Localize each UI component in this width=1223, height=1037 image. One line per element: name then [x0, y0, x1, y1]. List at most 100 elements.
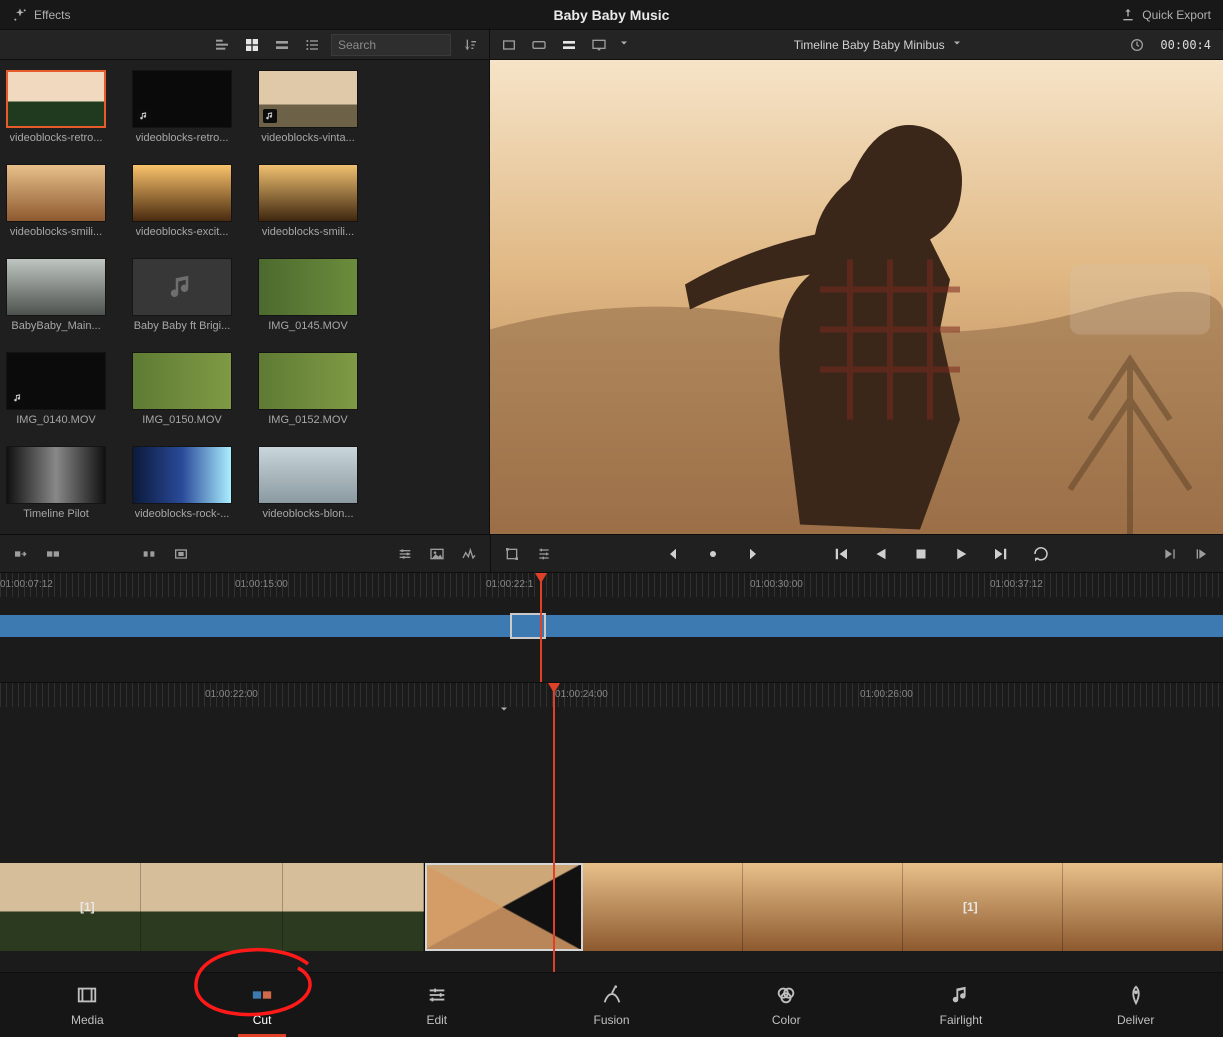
view-metadata-button[interactable] — [211, 34, 233, 56]
timeline-name[interactable]: Timeline Baby Baby Minibus — [794, 38, 945, 52]
detail-playhead[interactable] — [553, 683, 555, 972]
clip-segment[interactable]: [1] — [0, 863, 425, 951]
clip-item[interactable]: videoblocks-rock-... — [130, 446, 234, 520]
clip-item[interactable]: videoblocks-retro... — [130, 70, 234, 144]
clip-item[interactable]: IMG_0145.MOV — [256, 258, 360, 332]
close-up-button[interactable] — [170, 543, 192, 565]
clip-thumb[interactable] — [6, 164, 106, 222]
clip-thumb[interactable] — [258, 352, 358, 410]
clip-thumb[interactable] — [258, 70, 358, 128]
clip-thumb[interactable] — [258, 446, 358, 504]
quick-export-button[interactable]: Quick Export — [1114, 5, 1217, 25]
page-tab-color[interactable]: Color — [699, 973, 874, 1037]
timeline-detail[interactable]: 01:00:22:0001:00:24:0001:00:26:00 [1] [1] — [0, 683, 1223, 973]
view-thumb-button[interactable] — [241, 34, 263, 56]
page-tab-media[interactable]: Media — [0, 973, 175, 1037]
next-edit-button[interactable] — [1191, 543, 1213, 565]
clip-item[interactable]: BabyBaby_Main... — [4, 258, 108, 332]
smart-insert-button[interactable] — [10, 543, 32, 565]
overview-track[interactable] — [0, 615, 1223, 637]
append-button[interactable] — [42, 543, 64, 565]
clip-item[interactable]: Baby Baby ft Brigi... — [130, 258, 234, 332]
view-strip-button[interactable] — [271, 34, 293, 56]
viewer-mode-source[interactable] — [498, 34, 520, 56]
clip-item[interactable]: IMG_0140.MOV — [4, 352, 108, 426]
transform-icon — [504, 546, 520, 562]
skip-start-icon — [832, 545, 850, 563]
loop-button[interactable] — [1030, 543, 1052, 565]
clip-item[interactable]: IMG_0152.MOV — [256, 352, 360, 426]
crop-adjust-button[interactable] — [533, 543, 555, 565]
jog-dot-button[interactable] — [702, 543, 724, 565]
clip-thumb[interactable] — [6, 352, 106, 410]
clip-item[interactable]: videoblocks-vinta... — [256, 70, 360, 144]
clip-thumb[interactable] — [132, 446, 232, 504]
view-list-button[interactable] — [301, 34, 323, 56]
video-track[interactable]: [1] [1] — [0, 863, 1223, 951]
timeline-overview[interactable]: 01:00:07:1201:00:15:0001:00:22:101:00:30… — [0, 573, 1223, 683]
ruler-label: 01:00:22:00 — [205, 689, 258, 700]
page-tab-deliver[interactable]: Deliver — [1048, 973, 1223, 1037]
timecode-mode[interactable] — [1126, 34, 1148, 56]
tools-button[interactable] — [394, 543, 416, 565]
clip-thumb[interactable] — [132, 258, 232, 316]
stop-button[interactable] — [910, 543, 932, 565]
effects-button[interactable]: Effects — [6, 5, 76, 25]
overview-playhead[interactable] — [540, 573, 542, 682]
viewer-mode-timeline[interactable] — [558, 34, 580, 56]
chevron-down-icon — [618, 37, 630, 49]
clip-name: videoblocks-blon... — [262, 508, 353, 520]
transform-button[interactable] — [501, 543, 523, 565]
clip-thumb[interactable] — [132, 352, 232, 410]
play-button[interactable] — [950, 543, 972, 565]
clip-item[interactable]: videoblocks-blon... — [256, 446, 360, 520]
clip-thumb[interactable] — [6, 70, 106, 128]
play-icon — [952, 545, 970, 563]
detail-ruler[interactable]: 01:00:22:0001:00:24:0001:00:26:00 — [0, 683, 1223, 707]
page-tab-fairlight[interactable]: Fairlight — [874, 973, 1049, 1037]
go-end-button[interactable] — [990, 543, 1012, 565]
clip-segment[interactable]: [1] — [583, 863, 1223, 951]
clip-item[interactable]: videoblocks-smili... — [256, 164, 360, 238]
timeline-icon — [561, 37, 577, 53]
transition-segment[interactable] — [425, 863, 583, 951]
clip-thumb[interactable] — [258, 164, 358, 222]
viewer-safe-area[interactable] — [588, 34, 610, 56]
edit-chevron[interactable] — [498, 703, 510, 718]
search-input[interactable] — [331, 34, 451, 56]
strip-icon — [274, 37, 290, 53]
clip-thumb[interactable] — [6, 446, 106, 504]
titlebar: Effects Baby Baby Music Quick Export — [0, 0, 1223, 30]
page-tab-fusion[interactable]: Fusion — [524, 973, 699, 1037]
clip-grid[interactable]: videoblocks-retro... videoblocks-retro...… — [0, 60, 489, 534]
viewer-image[interactable] — [490, 60, 1223, 534]
clip-thumb[interactable] — [132, 164, 232, 222]
clip-item[interactable]: videoblocks-excit... — [130, 164, 234, 238]
jog-next-button[interactable] — [742, 543, 764, 565]
play-reverse-button[interactable] — [870, 543, 892, 565]
clip-item[interactable]: videoblocks-smili... — [4, 164, 108, 238]
clip-item[interactable]: videoblocks-retro... — [4, 70, 108, 144]
arrow-right-icon — [744, 545, 762, 563]
clip-thumb[interactable] — [132, 70, 232, 128]
clip-item[interactable]: Timeline Pilot — [4, 446, 108, 520]
clip-item[interactable]: IMG_0150.MOV — [130, 352, 234, 426]
viewer-mode-menu[interactable] — [618, 37, 630, 52]
jog-prev-button[interactable] — [662, 543, 684, 565]
sort-button[interactable] — [459, 34, 481, 56]
ripple-button[interactable] — [138, 543, 160, 565]
clip-thumb[interactable] — [6, 258, 106, 316]
clip-thumb[interactable] — [258, 258, 358, 316]
image-button[interactable] — [426, 543, 448, 565]
scopes-button[interactable] — [458, 543, 480, 565]
page-tab-label: Color — [772, 1013, 801, 1027]
go-start-button[interactable] — [830, 543, 852, 565]
fusion-icon — [601, 984, 623, 1009]
timeline-picker[interactable] — [951, 37, 963, 52]
overview-ruler[interactable]: 01:00:07:1201:00:15:0001:00:22:101:00:30… — [0, 573, 1223, 597]
next-clip-button[interactable] — [1159, 543, 1181, 565]
viewer-mode-tape[interactable] — [528, 34, 550, 56]
viewer-timecode[interactable]: 00:00:4 — [1156, 38, 1215, 52]
page-tab-cut[interactable]: Cut — [175, 973, 350, 1037]
page-tab-edit[interactable]: Edit — [349, 973, 524, 1037]
